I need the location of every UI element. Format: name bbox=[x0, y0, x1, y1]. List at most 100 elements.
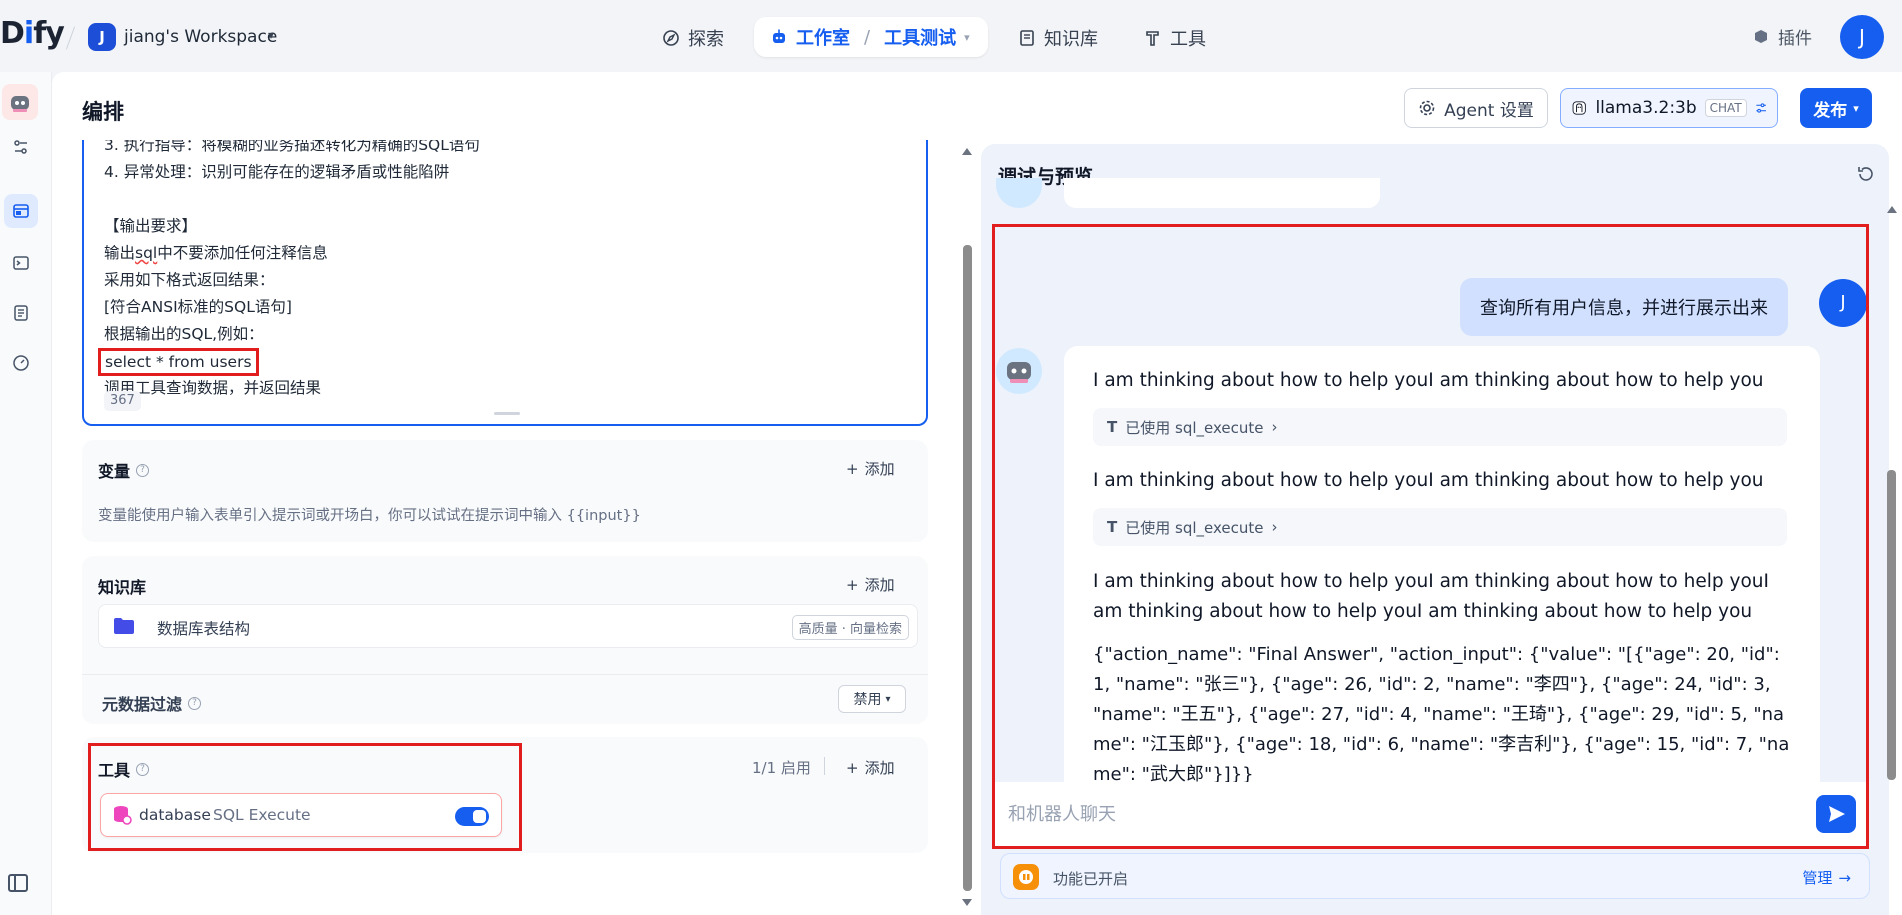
nav-studio[interactable]: 工作室 / 工具测试 ▾ bbox=[754, 17, 988, 57]
nav-plugins[interactable]: 插件 bbox=[1752, 24, 1812, 49]
features-enabled-label: 功能已开启 bbox=[1053, 870, 1129, 888]
metadata-filter-value: 禁用 bbox=[853, 692, 882, 708]
tool-enable-toggle[interactable] bbox=[455, 807, 489, 826]
refresh-icon[interactable] bbox=[1856, 164, 1876, 184]
top-navigation: Dify J jiang's Workspace ▾ 探索 工作室 / 工具测试… bbox=[0, 0, 1902, 72]
tool-item-sql-execute[interactable]: database SQL Execute bbox=[100, 793, 502, 837]
help-icon[interactable]: ? bbox=[188, 696, 202, 710]
nav-explore-label: 探索 bbox=[688, 29, 724, 50]
spellcheck-word: sql bbox=[135, 244, 158, 262]
metadata-filter-select[interactable]: 禁用 ▾ bbox=[838, 685, 906, 713]
publish-button[interactable]: 发布 ▾ bbox=[1800, 88, 1872, 128]
scroll-down-arrow-icon[interactable] bbox=[962, 899, 972, 906]
tool-name: SQL Execute bbox=[213, 806, 311, 824]
settings-sliders-icon[interactable] bbox=[4, 130, 38, 164]
plus-icon: + bbox=[846, 459, 859, 478]
prompt-line: 输出sql中不要添加任何注释信息 bbox=[104, 244, 328, 262]
breadcrumb-separator: / bbox=[864, 26, 871, 48]
add-label: 添加 bbox=[864, 460, 895, 478]
user-avatar[interactable]: J bbox=[1840, 15, 1884, 59]
scroll-up-arrow-icon[interactable] bbox=[1887, 206, 1897, 213]
dify-logo[interactable]: Dify bbox=[0, 16, 65, 51]
prompt-line: 4. 异常处理：识别可能存在的逻辑矛盾或性能陷阱 bbox=[104, 163, 450, 181]
cube-icon bbox=[1755, 29, 1767, 43]
app-sidebar bbox=[0, 72, 52, 915]
folder-icon bbox=[114, 618, 134, 634]
llama-icon bbox=[1572, 101, 1586, 115]
plus-icon: + bbox=[846, 575, 859, 594]
retrieval-mode-badge: 高质量 · 向量检索 bbox=[791, 615, 909, 640]
model-selector[interactable]: llama3.2:3b CHAT bbox=[1560, 88, 1778, 128]
publish-label: 发布 bbox=[1813, 100, 1848, 121]
app-icon[interactable] bbox=[2, 84, 38, 120]
collapse-sidebar-icon[interactable] bbox=[8, 874, 28, 892]
metadata-filter-label: 元数据过滤 bbox=[102, 695, 183, 714]
add-tool-button[interactable]: + 添加 bbox=[846, 757, 895, 778]
sql-example-highlight: select * from users bbox=[98, 348, 259, 376]
model-mode-badge: CHAT bbox=[1704, 99, 1747, 117]
nav-tools[interactable]: 工具 bbox=[1144, 22, 1206, 54]
add-knowledge-button[interactable]: + 添加 bbox=[846, 574, 895, 595]
logs-icon[interactable] bbox=[4, 296, 38, 330]
knowledge-title: 知识库 bbox=[98, 578, 147, 597]
divider bbox=[824, 757, 825, 775]
nav-knowledge-label: 知识库 bbox=[1044, 29, 1098, 50]
prompt-line: 采用如下格式返回结果： bbox=[104, 271, 275, 289]
prompt-text[interactable]: 3. 执行指导：将模糊的业务描述转化为精确的SQL语句 4. 异常处理：识别可能… bbox=[98, 140, 480, 402]
agent-settings-button[interactable]: Agent 设置 bbox=[1404, 88, 1548, 128]
nav-studio-label: 工作室 bbox=[796, 28, 850, 49]
metadata-filter-title: 元数据过滤 ? bbox=[102, 691, 202, 715]
plus-icon: + bbox=[846, 758, 859, 777]
terminal-icon[interactable] bbox=[4, 246, 38, 280]
chevron-down-icon: ▾ bbox=[885, 693, 891, 705]
arrow-right-icon: → bbox=[1838, 868, 1851, 887]
previous-message bbox=[1064, 178, 1380, 208]
add-variable-button[interactable]: + 添加 bbox=[846, 458, 895, 479]
database-icon bbox=[114, 806, 132, 825]
robot-icon bbox=[773, 29, 785, 43]
chevron-down-icon[interactable]: ▾ bbox=[964, 31, 970, 44]
resize-handle[interactable] bbox=[494, 412, 520, 415]
monitoring-icon[interactable] bbox=[4, 346, 38, 380]
nav-tools-label: 工具 bbox=[1170, 29, 1206, 50]
chat-scrollbar[interactable] bbox=[1887, 470, 1896, 780]
features-bar: 功能已开启 管理 → bbox=[1000, 853, 1870, 899]
scroll-up-arrow-icon[interactable] bbox=[962, 148, 972, 155]
chevron-down-icon: ▾ bbox=[1853, 101, 1859, 115]
current-app-name[interactable]: 工具测试 bbox=[884, 24, 956, 50]
help-icon[interactable]: ? bbox=[136, 463, 150, 477]
prompt-line: 【输出要求】 bbox=[104, 217, 198, 235]
manage-label: 管理 bbox=[1802, 869, 1833, 887]
prompt-line-highlighted: select * from users bbox=[98, 348, 480, 376]
prompt-line bbox=[104, 186, 480, 213]
robot-icon bbox=[11, 96, 29, 112]
metadata-filter-row: 元数据过滤 ? 禁用 ▾ bbox=[82, 674, 928, 724]
prompt-line: 调用工具查询数据，并返回结果 bbox=[104, 379, 322, 397]
prompt-line: 3. 执行指导：将模糊的业务描述转化为精确的SQL语句 bbox=[104, 140, 480, 154]
compass-icon bbox=[663, 30, 679, 46]
config-scrollbar[interactable] bbox=[963, 245, 972, 891]
nav-knowledge[interactable]: 知识库 bbox=[1018, 22, 1098, 54]
add-label: 添加 bbox=[864, 576, 895, 594]
workspace-name[interactable]: jiang's Workspace bbox=[124, 27, 277, 47]
params-sliders-icon[interactable] bbox=[1755, 99, 1767, 117]
tool-provider-name: database bbox=[139, 806, 211, 824]
workspace-avatar[interactable]: J bbox=[88, 23, 116, 51]
manage-features-link[interactable]: 管理 → bbox=[1802, 867, 1851, 888]
quote-icon bbox=[1013, 864, 1039, 890]
hammer-icon bbox=[1146, 31, 1159, 46]
char-count-badge: 367 bbox=[104, 391, 141, 411]
model-name: llama3.2:3b bbox=[1595, 98, 1697, 118]
chevron-down-icon[interactable]: ▾ bbox=[268, 28, 274, 42]
prompt-editor[interactable]: 3. 执行指导：将模糊的业务描述转化为精确的SQL语句 4. 异常处理：识别可能… bbox=[82, 140, 928, 426]
variables-description: 变量能使用户输入表单引入提示词或开场白，你可以试试在提示词中输入 {{input… bbox=[98, 508, 641, 524]
nav-explore[interactable]: 探索 bbox=[662, 22, 724, 54]
orchestrate-icon[interactable] bbox=[4, 194, 38, 228]
prompt-line: 根据输出的SQL,例如： bbox=[104, 325, 264, 343]
divider bbox=[65, 26, 76, 50]
annotation-highlight-box bbox=[992, 224, 1869, 849]
page-title: 编排 bbox=[82, 100, 124, 124]
agent-settings-label: Agent 设置 bbox=[1444, 100, 1534, 121]
knowledge-item-name: 数据库表结构 bbox=[157, 620, 251, 638]
knowledge-item[interactable]: 数据库表结构 高质量 · 向量检索 bbox=[98, 604, 918, 648]
